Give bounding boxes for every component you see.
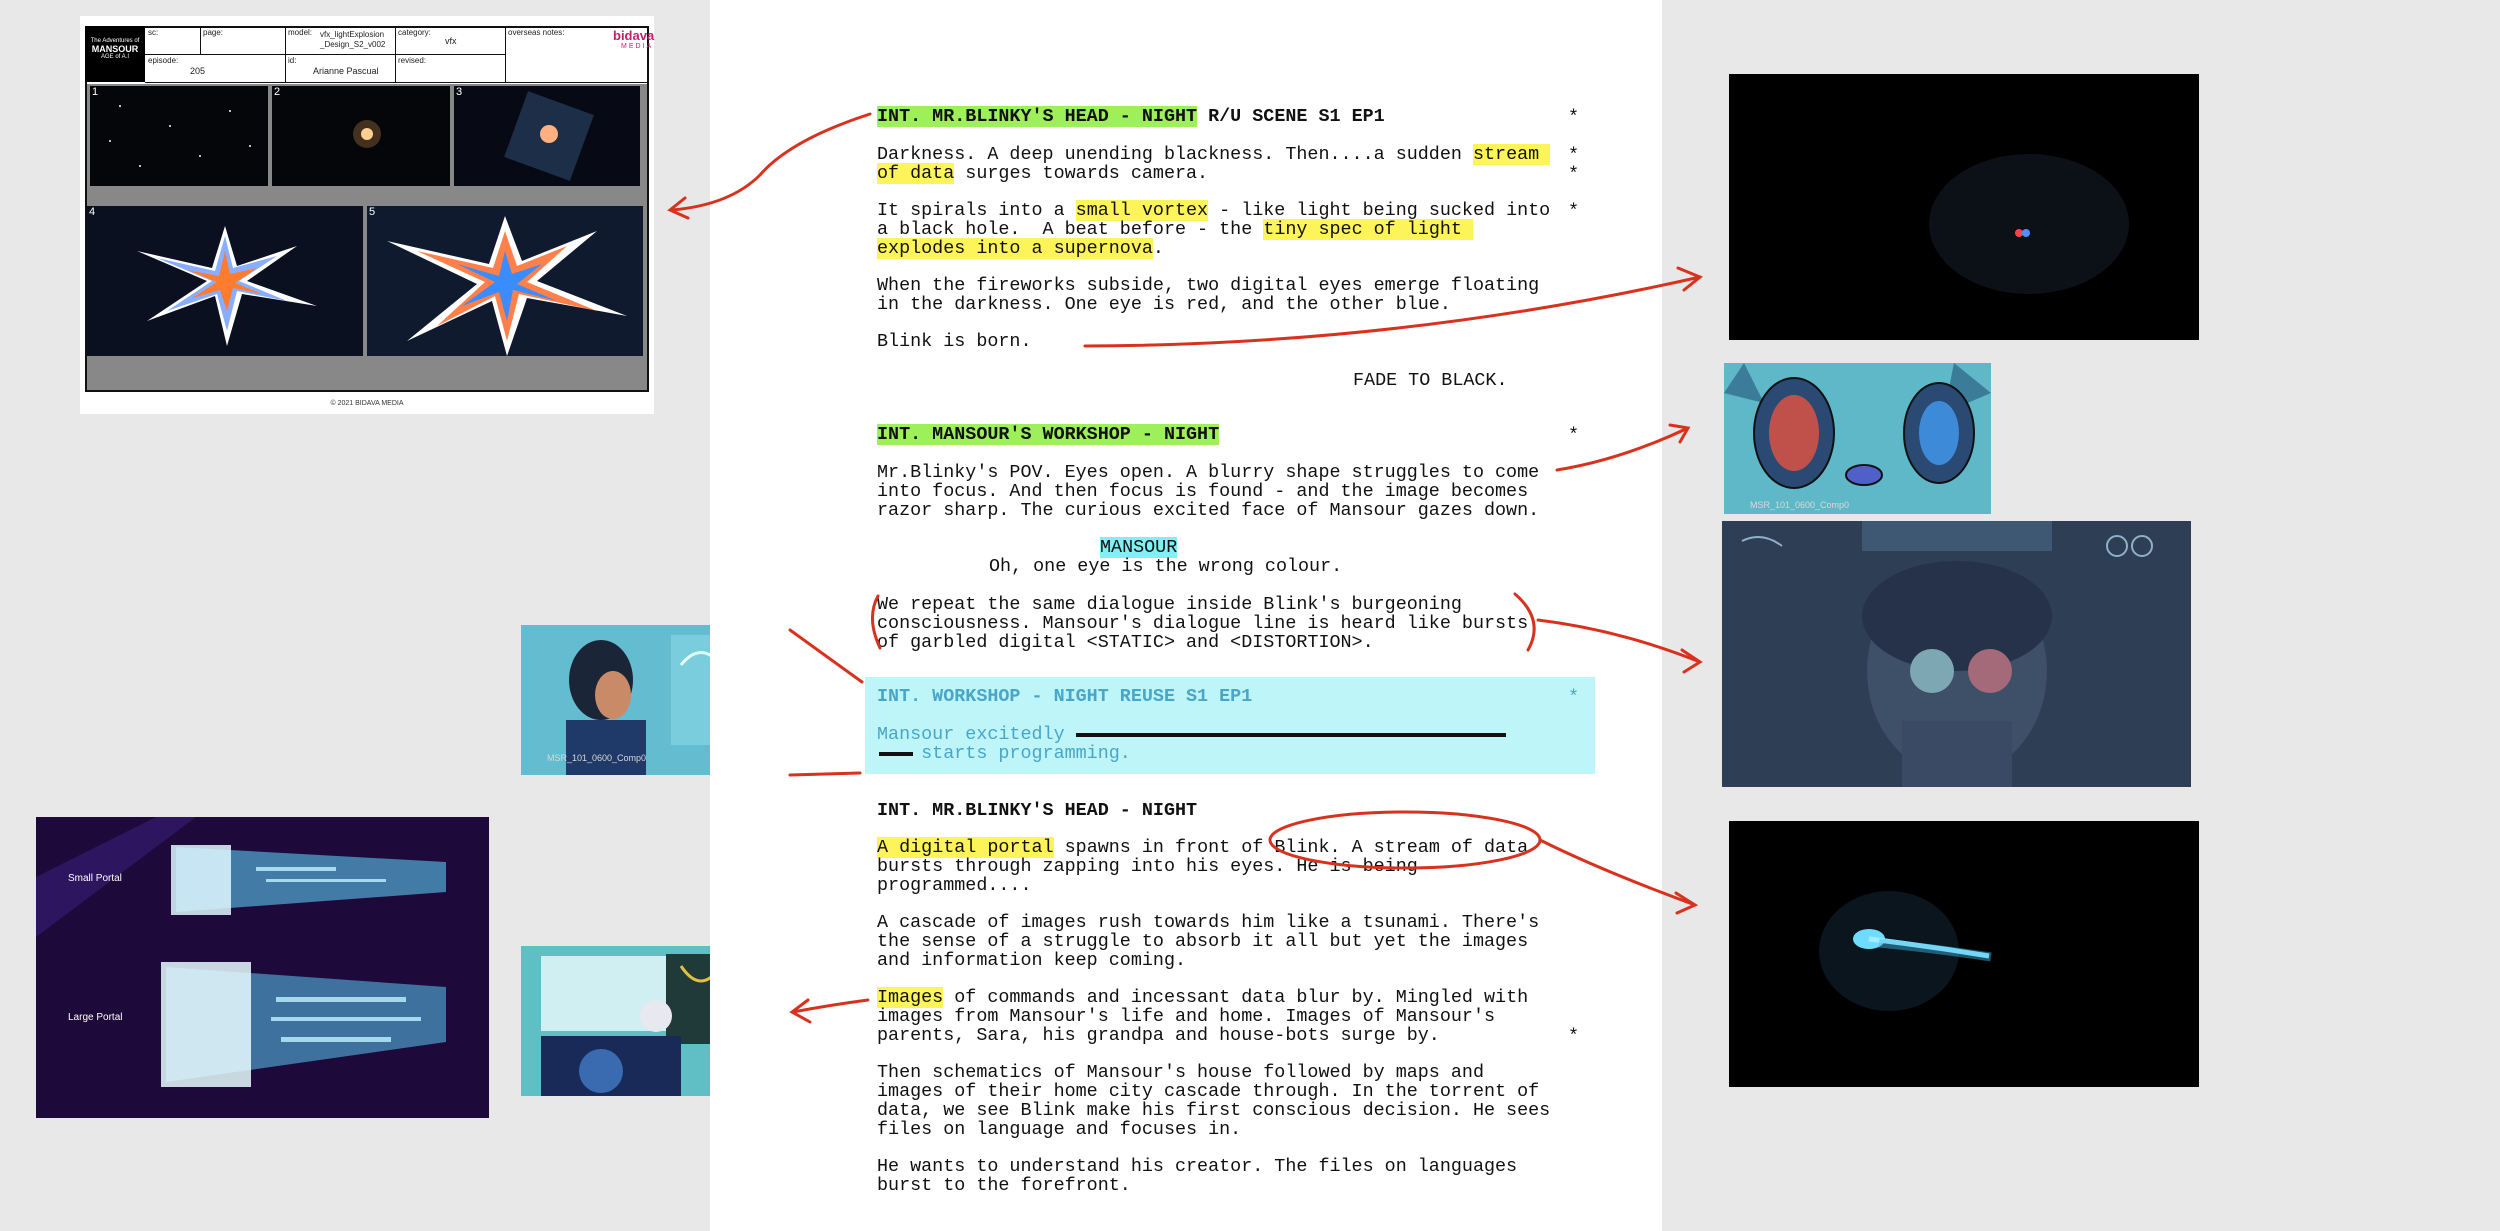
annotation-bracket-left — [871, 594, 882, 650]
annotation-arrow-to-data-stream — [1538, 838, 1697, 907]
annotation-arrow-to-blinky-closeup — [1555, 426, 1690, 472]
arrowhead — [1680, 648, 1703, 674]
annotation-overlay — [667, 112, 1703, 1024]
annotation-arrow-to-storyboard — [670, 112, 872, 212]
annotation-arrow-to-eyes-frame — [1083, 275, 1702, 348]
annotation-circle-stream — [1268, 810, 1542, 870]
annotation-bracket-right — [1513, 592, 1536, 652]
annotation-line-to-reuse — [788, 628, 864, 684]
annotation-arrow-to-mansour-pov — [1536, 618, 1702, 664]
annotation-line-to-reuse — [788, 771, 862, 777]
